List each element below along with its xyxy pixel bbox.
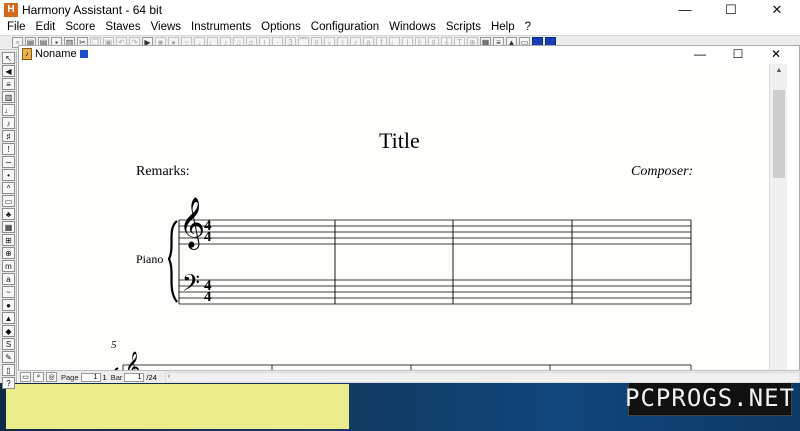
bar-label: Bar <box>110 372 123 382</box>
barlines <box>178 220 692 304</box>
watermark: PCPROGS.NET <box>625 380 794 416</box>
page-label: Page <box>61 372 79 382</box>
document-minimize-button[interactable]: — <box>681 46 719 62</box>
sound-tool-icon[interactable]: ▲ <box>2 312 15 324</box>
menu-configuration[interactable]: Configuration <box>306 21 384 33</box>
menu-bar: File Edit Score Staves Views Instruments… <box>0 19 800 35</box>
note-tool-icon[interactable]: ♩ <box>2 104 15 116</box>
accidental-tool-icon[interactable]: ♯ <box>2 130 15 142</box>
maximize-button[interactable]: ☐ <box>708 0 754 19</box>
status-target-icon[interactable]: ◎ <box>46 372 57 382</box>
menu-help[interactable]: Help <box>486 21 520 33</box>
ornament-tool-icon[interactable]: ∼ <box>2 156 15 168</box>
menu-views[interactable]: Views <box>146 21 186 33</box>
symbol-tool-icon[interactable]: ◆ <box>2 325 15 337</box>
score-canvas[interactable]: Title Remarks: Composer: Piano 𝄞 𝄢 4 4 4… <box>19 64 769 373</box>
slur-tool-icon[interactable]: ^ <box>2 182 15 194</box>
speaker-tool-icon[interactable]: ◀ <box>2 65 15 77</box>
treble-time-signature[interactable]: 4 4 <box>204 219 212 245</box>
eighth-note-tool-icon[interactable]: ♪ <box>2 117 15 129</box>
menu-instruments[interactable]: Instruments <box>186 21 256 33</box>
tab-tool-icon[interactable]: ⊞ <box>2 234 15 246</box>
dynamic-tool-icon[interactable]: • <box>2 169 15 181</box>
tools-sidebar: ↖ ◀ ≡ ▥ ♩ ♪ ♯ ! ∼ • ^ ▭ ♣ ▦ ⊞ ⊕ m a ~ ● … <box>0 51 17 389</box>
treble-staff-lines <box>179 219 691 245</box>
treble-clef-icon[interactable]: 𝄞 <box>179 201 205 245</box>
segno-tool-icon[interactable]: S <box>2 338 15 350</box>
document-window: ♪ Noname — ☐ ✕ Title Remarks: Composer: … <box>18 45 800 383</box>
close-button[interactable]: ✕ <box>754 0 800 19</box>
staff-brace <box>167 220 178 303</box>
staff-tool-icon[interactable]: ≡ <box>2 78 15 90</box>
drum-tool-icon[interactable]: ● <box>2 299 15 311</box>
status-zoom-icon[interactable]: ⌕ <box>33 372 44 382</box>
horizontal-scrollbar[interactable]: ‹ <box>164 371 800 383</box>
scroll-up-icon[interactable]: ▲ <box>770 64 788 76</box>
pencil-tool-icon[interactable]: ✎ <box>2 351 15 363</box>
page-field[interactable]: 1 <box>80 372 101 382</box>
page-total: 1 <box>102 372 107 382</box>
document-close-button[interactable]: ✕ <box>757 46 795 62</box>
bass-time-signature[interactable]: 4 4 <box>204 279 212 305</box>
piano-grand-staff[interactable] <box>19 64 769 373</box>
lyrics-tool-icon[interactable]: a <box>2 273 15 285</box>
scroll-left-icon[interactable]: ‹ <box>168 373 170 380</box>
window-title: Harmony Assistant - 64 bit <box>22 2 163 17</box>
minimize-button[interactable]: — <box>662 0 708 19</box>
menu-staves[interactable]: Staves <box>100 21 145 33</box>
app-logo-icon: H <box>4 2 18 17</box>
document-icon: ♪ <box>22 48 32 60</box>
fingering-tool-icon[interactable]: ~ <box>2 286 15 298</box>
menu-options[interactable]: Options <box>256 21 306 33</box>
menu-windows[interactable]: Windows <box>384 21 441 33</box>
bass-clef-icon[interactable]: 𝄢 <box>182 272 200 300</box>
menu-scripts[interactable]: Scripts <box>441 21 486 33</box>
title-bar[interactable]: H Harmony Assistant - 64 bit — ☐ ✕ <box>0 0 800 19</box>
articulation-tool-icon[interactable]: ! <box>2 143 15 155</box>
status-bar: ▭ ⌕ ◎ Page 1 1 Bar 1 /24 ‹ <box>18 370 800 383</box>
midi-tool-icon[interactable]: m <box>2 260 15 272</box>
pointer-tool-icon[interactable]: ↖ <box>2 52 15 64</box>
bar-total: /24 <box>146 372 157 382</box>
yellow-panel <box>6 384 349 429</box>
bass-staff-lines <box>179 279 691 305</box>
document-title: Noname <box>35 48 77 60</box>
document-maximize-button[interactable]: ☐ <box>719 46 757 62</box>
globe-tool-icon[interactable]: ⊕ <box>2 247 15 259</box>
eraser-tool-icon[interactable]: ▯ <box>2 364 15 376</box>
guitar-tool-icon[interactable]: ▦ <box>2 221 15 233</box>
document-title-bar[interactable]: ♪ Noname — ☐ ✕ <box>19 46 799 62</box>
scroll-thumb[interactable] <box>773 90 785 178</box>
help-tool-icon[interactable]: ? <box>2 377 15 389</box>
status-print-icon[interactable]: ▭ <box>20 372 31 382</box>
menu-file[interactable]: File <box>2 21 31 33</box>
document-badge-icon <box>79 50 88 58</box>
bars-tool-icon[interactable]: ▥ <box>2 91 15 103</box>
page-tool-icon[interactable]: ▭ <box>2 195 15 207</box>
vertical-scrollbar[interactable]: ▲ <box>769 64 787 373</box>
menu-edit[interactable]: Edit <box>31 21 61 33</box>
menu-score[interactable]: Score <box>60 21 100 33</box>
chord-tool-icon[interactable]: ♣ <box>2 208 15 220</box>
menu-question[interactable]: ? <box>520 21 536 33</box>
bar-field[interactable]: 1 <box>124 372 145 382</box>
measure-number: 5 <box>111 339 117 351</box>
